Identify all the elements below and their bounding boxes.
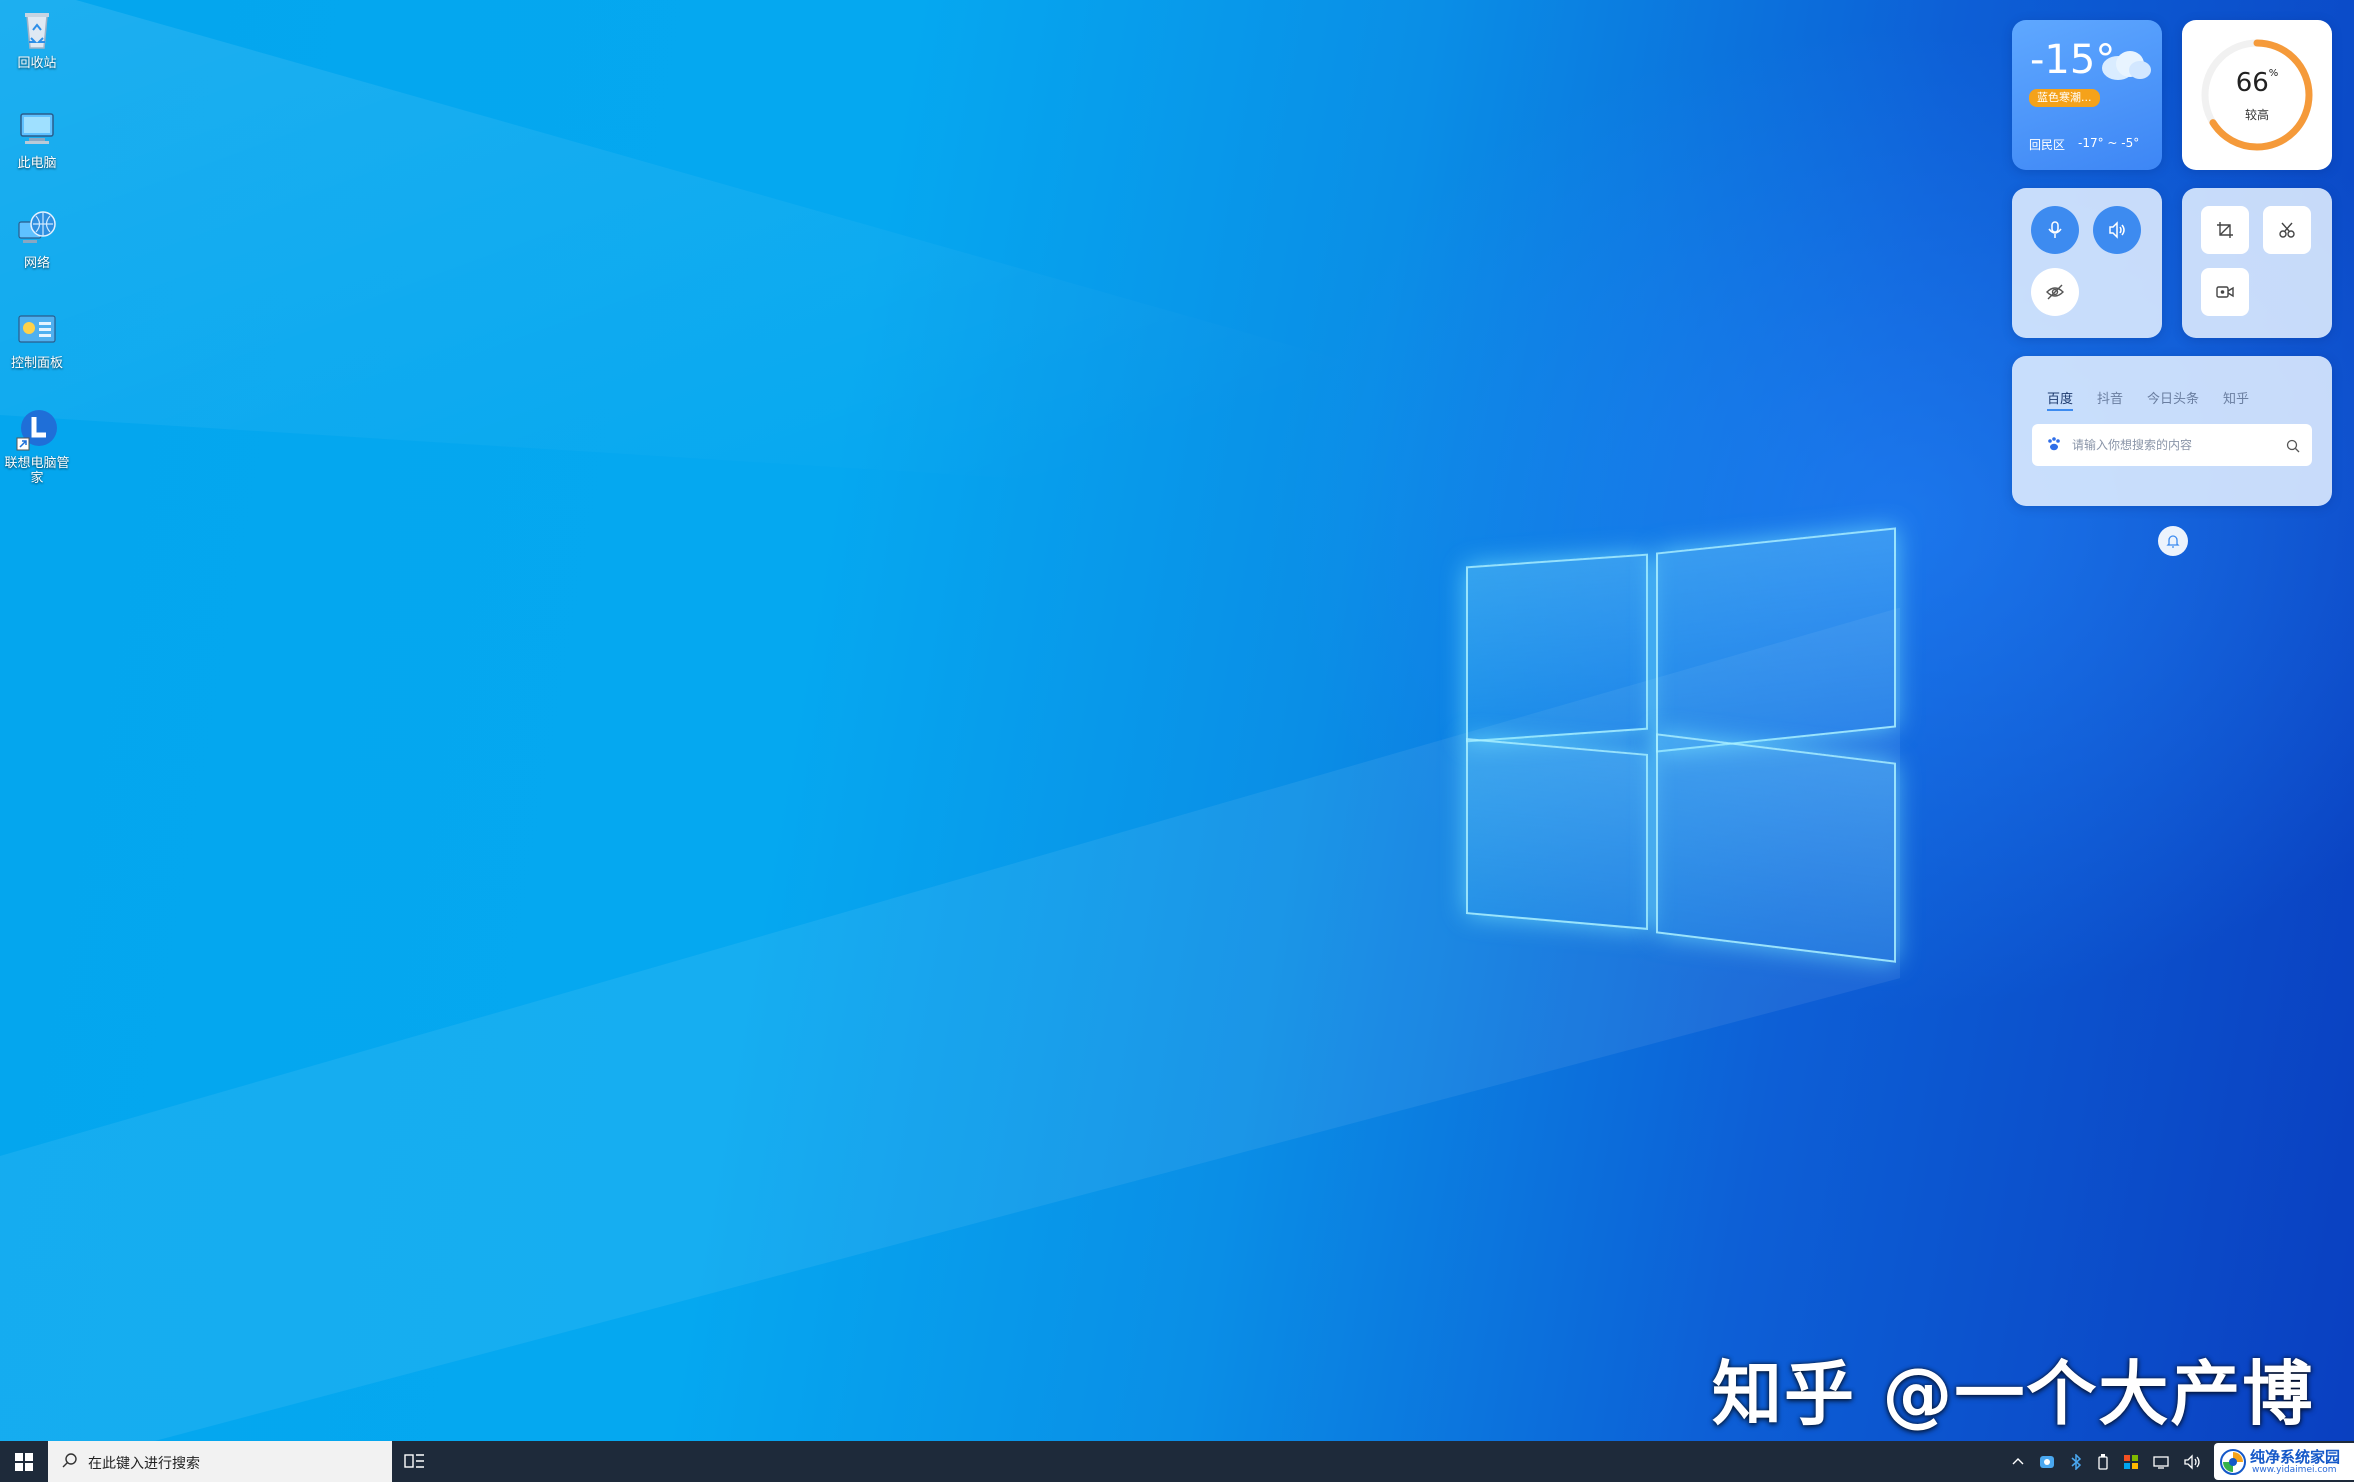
weather-location: 回民区 — [2029, 138, 2066, 152]
capture-tools-widget — [2182, 188, 2332, 338]
desktop-icon-label: 回收站 — [17, 56, 57, 71]
usb-device-icon[interactable] — [2097, 1453, 2109, 1470]
windows-logo-wallpaper — [1460, 520, 1900, 970]
windows-start-icon — [15, 1452, 33, 1471]
screen-record-button[interactable] — [2201, 268, 2249, 316]
taskbar-search-placeholder: 在此键入进行搜索 — [88, 1456, 200, 1472]
search-icon[interactable] — [2286, 438, 2300, 457]
weather-temp-range: -17° ~ -5° — [2078, 136, 2140, 150]
humidity-unit: % — [2268, 68, 2279, 79]
brand-logo-icon — [2220, 1449, 2246, 1475]
bluetooth-icon[interactable] — [2069, 1453, 2083, 1470]
eye-off-icon — [2046, 284, 2064, 300]
humidity-value: 66 — [2235, 68, 2269, 98]
volume-icon[interactable] — [2183, 1453, 2201, 1470]
watermark-text: 知乎 @一个大产博 — [1712, 1353, 2315, 1435]
taskbar-search-box[interactable]: 在此键入进行搜索 — [48, 1441, 392, 1482]
network-icon — [15, 208, 59, 252]
tab-zhihu[interactable]: 知乎 — [2223, 388, 2249, 411]
control-panel-icon — [15, 308, 59, 352]
desktop-icon-label: 控制面板 — [10, 356, 63, 371]
desktop-icon-lenovo-manager[interactable]: 联想电脑管家 — [0, 408, 74, 486]
crop-button[interactable] — [2201, 206, 2249, 254]
search-engine-tabs: 百度 抖音 今日头条 知乎 — [2047, 388, 2249, 411]
eye-off-button[interactable] — [2031, 268, 2079, 316]
logo-pane-bottom-right — [1656, 733, 1896, 963]
screenshot-icon — [2279, 222, 2295, 238]
record-icon — [2216, 286, 2234, 298]
notification-bell-button[interactable] — [2158, 526, 2188, 556]
desktop-icon-label: 网络 — [23, 256, 50, 271]
weather-alert-badge[interactable]: 蓝色寒潮... — [2029, 89, 2100, 107]
speaker-button[interactable] — [2093, 206, 2141, 254]
computer-icon — [15, 108, 59, 152]
microphone-icon — [2048, 221, 2062, 238]
brand-url: www.yidaimei.com — [2252, 1465, 2337, 1475]
screenshot-button[interactable] — [2263, 206, 2311, 254]
desktop-icon-label: 此电脑 — [17, 156, 57, 171]
crop-icon — [2217, 222, 2233, 238]
weather-widget[interactable]: -15° 蓝色寒潮... 回民区 -17° ~ -5° — [2012, 20, 2162, 170]
task-view-icon — [404, 1454, 424, 1468]
desktop-icon-control-panel[interactable]: 控制面板 — [0, 308, 74, 371]
desktop-icon-recycle-bin[interactable]: 回收站 — [0, 8, 74, 71]
taskbar: 在此键入进行搜索 英 纯净系统家园 www.yidaimei.com — [0, 1441, 2354, 1482]
search-input[interactable]: 请输入你想搜索的内容 — [2032, 424, 2312, 466]
search-widget: 百度 抖音 今日头条 知乎 请输入你想搜索的内容 — [2012, 356, 2332, 506]
desktop-icon-label: 联想电脑管家 — [4, 456, 70, 486]
logo-pane-top-right — [1656, 527, 1896, 753]
task-view-button[interactable] — [404, 1452, 426, 1474]
baidu-paw-icon — [2046, 436, 2062, 456]
system-tray: 英 — [2011, 1441, 2229, 1482]
brand-title: 纯净系统家园 — [2250, 1448, 2341, 1466]
recycle-bin-icon — [15, 8, 59, 52]
start-button[interactable] — [0, 1441, 48, 1482]
app-tray-icon[interactable] — [2039, 1454, 2055, 1470]
security-icon[interactable] — [2123, 1454, 2139, 1470]
tab-baidu[interactable]: 百度 — [2047, 388, 2074, 411]
logo-pane-bottom-left — [1466, 738, 1648, 930]
desktop-icon-computer[interactable]: 此电脑 — [0, 108, 74, 171]
audio-controls-widget — [2012, 188, 2162, 338]
logo-pane-top-left — [1466, 553, 1648, 743]
lenovo-manager-icon — [15, 408, 59, 452]
humidity-widget[interactable]: 66% 较高 — [2182, 20, 2332, 170]
tab-douyin[interactable]: 抖音 — [2097, 388, 2123, 411]
humidity-label: 较高 — [2244, 108, 2269, 122]
tab-toutiao[interactable]: 今日头条 — [2147, 388, 2199, 411]
speaker-icon — [2109, 221, 2125, 239]
chevron-up-icon[interactable] — [2011, 1455, 2025, 1469]
brand-badge: 纯净系统家园 www.yidaimei.com — [2214, 1443, 2354, 1480]
bell-icon — [2166, 535, 2180, 548]
search-placeholder: 请输入你想搜索的内容 — [2072, 438, 2193, 452]
microphone-button[interactable] — [2031, 206, 2079, 254]
search-icon — [62, 1453, 78, 1473]
desktop-icon-network[interactable]: 网络 — [0, 208, 74, 271]
humidity-value-row: 66% — [2182, 68, 2332, 98]
cloud-icon — [2096, 46, 2152, 82]
display-icon[interactable] — [2153, 1454, 2169, 1470]
